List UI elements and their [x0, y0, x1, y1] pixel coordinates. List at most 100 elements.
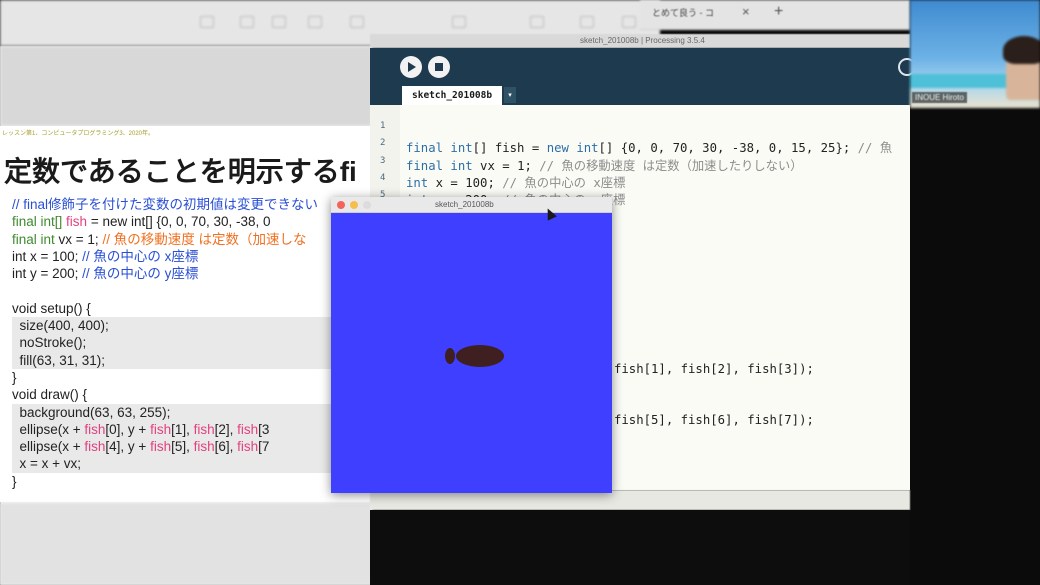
code-line: // final修飾子を付けた変数の初期値は変更できない — [12, 196, 372, 213]
code-token: int — [406, 175, 436, 190]
participant-name-label: INOUE Hiroto — [912, 92, 967, 103]
sketch-window[interactable]: sketch_201008b — [331, 197, 612, 493]
code-token: fish — [150, 439, 172, 455]
code-line: void draw() { — [12, 386, 372, 403]
code-token: // 魚の中心の y座標 — [82, 266, 199, 282]
code-token: } — [12, 369, 17, 385]
tab-sketch[interactable]: sketch_201008b — [402, 86, 502, 105]
toolbar-icon[interactable] — [452, 16, 466, 28]
new-tab-icon[interactable]: + — [774, 3, 783, 21]
code-line: size(400, 400); — [12, 317, 372, 335]
ide-console — [370, 490, 910, 510]
code-token: fish — [150, 421, 172, 437]
code-token: void setup() { — [12, 300, 91, 316]
code-token: [3 — [258, 421, 270, 437]
code-token: ellipse(x + — [12, 439, 85, 455]
code-token: int x = 100; — [12, 248, 83, 264]
browser-tab-close-icon[interactable]: × — [742, 4, 750, 19]
toolbar-icon[interactable] — [530, 16, 544, 28]
ide-code-partial: fish[1], fish[2], fish[3]); fish[5], fis… — [614, 326, 814, 447]
code-token: fish — [237, 439, 259, 455]
code-line: int x = 100; // 魚の中心の x座標 — [406, 175, 911, 192]
slide-bottom-margin — [0, 503, 372, 585]
slide-margin — [0, 46, 372, 126]
code-token: noStroke(); — [12, 335, 87, 351]
tab-menu-icon[interactable]: ▾ — [504, 87, 516, 103]
code-token: vx = 1; — [58, 231, 103, 247]
run-button[interactable] — [400, 56, 422, 78]
minimize-window-icon[interactable] — [350, 201, 358, 209]
code-token: final — [406, 158, 451, 173]
toolbar-icon[interactable] — [308, 16, 322, 28]
code-token: // 魚の中心の x座標 — [502, 175, 626, 190]
code-token: ellipse(x + — [12, 421, 85, 437]
code-line: } — [12, 369, 372, 386]
toolbar-icon[interactable] — [272, 16, 286, 28]
code-token: } — [12, 473, 17, 489]
close-window-icon[interactable] — [337, 201, 345, 209]
code-token: fill(63, 31, 31); — [12, 352, 106, 368]
code-token: int — [576, 141, 599, 156]
sketch-window-title: sketch_201008b — [435, 200, 494, 209]
toolbar-icon[interactable] — [580, 16, 594, 28]
code-line: int y = 200; // 魚の中心の y座標 — [12, 265, 372, 282]
code-token: final int — [12, 231, 59, 247]
code-token: x = x + vx; — [12, 456, 82, 472]
code-line: fill(63, 31, 31); — [12, 351, 372, 369]
fish-body-shape — [456, 345, 504, 367]
code-token: fish — [193, 421, 215, 437]
code-token: x = 100; — [435, 175, 503, 190]
slide-code-block: // final修飾子を付けた変数の初期値は変更できない final int[] … — [12, 196, 372, 490]
code-line: } — [12, 473, 372, 490]
code-token: [0], y + — [105, 421, 151, 437]
code-line: final int vx = 1; // 魚の移動速度 は定数（加速しな — [12, 231, 372, 248]
line-number: 4 — [380, 172, 386, 183]
sketch-canvas[interactable] — [331, 213, 612, 493]
toolbar-icon[interactable] — [200, 16, 214, 28]
code-token: fish — [84, 421, 106, 437]
code-line: background(63, 63, 255); — [12, 403, 372, 421]
line-number: 1 — [380, 121, 386, 131]
code-line: ellipse(x + fish[4], y + fish[5], fish[6… — [12, 438, 372, 456]
code-token: // 魚の中心の x座標 — [82, 248, 199, 264]
code-line: noStroke(); — [12, 334, 372, 352]
code-token: fish — [193, 439, 215, 455]
code-token: int — [450, 141, 473, 156]
code-token: final — [406, 141, 451, 156]
slide-title: 定数であることを明示するfi — [4, 156, 357, 187]
ide-window-title: sketch_201008b | Processing 3.5.4 — [580, 36, 705, 45]
line-number: 2 — [380, 138, 386, 149]
toolbar-icon[interactable] — [350, 16, 364, 28]
code-token: [4], y + — [105, 439, 151, 455]
code-token: fish — [66, 214, 88, 230]
sketch-titlebar[interactable]: sketch_201008b — [331, 197, 612, 213]
toolbar-icon[interactable] — [622, 16, 636, 28]
code-line: fish[1], fish[2], fish[3]); — [614, 361, 814, 376]
stop-button[interactable] — [428, 56, 450, 78]
code-token: // 魚の移動速度 は定数（加速しな — [102, 231, 307, 247]
webcam-person-hair — [1003, 36, 1040, 64]
code-token: // final修飾子を付けた変数の初期値は変更できない — [12, 197, 319, 212]
code-token: [7 — [258, 439, 270, 455]
code-token: [5], — [171, 439, 194, 455]
code-token: int y = 200; — [12, 266, 83, 282]
code-token: [2], — [214, 421, 238, 437]
browser-tab-label[interactable]: とめて良う - コ — [652, 6, 714, 19]
code-token: // 魚の移動速度 は定数（加速したりしない） — [539, 158, 803, 173]
code-token: = new int[] {0, 0, 70, 30, -38, 0 — [87, 214, 271, 230]
code-line: int x = 100; // 魚の中心の x座標 — [12, 248, 372, 265]
code-line: x = x + vx; — [12, 455, 372, 473]
code-token: int — [450, 158, 481, 173]
code-token: background(63, 63, 255); — [12, 404, 171, 420]
code-line: fish[5], fish[6], fish[7]); — [614, 413, 814, 428]
zoom-window-icon[interactable] — [363, 201, 371, 209]
code-token: [] {0, 0, 70, 30, -38, 0, 15, 25}; — [598, 141, 858, 156]
code-token: fish — [237, 421, 259, 437]
code-token: [6], — [214, 439, 238, 455]
code-line: void setup() { — [12, 300, 372, 317]
code-token: void draw() { — [12, 387, 88, 403]
toolbar-icon[interactable] — [240, 16, 254, 28]
code-line: final int[] fish = new int[] {0, 0, 70, … — [12, 213, 372, 230]
code-token: int[] — [40, 214, 67, 230]
